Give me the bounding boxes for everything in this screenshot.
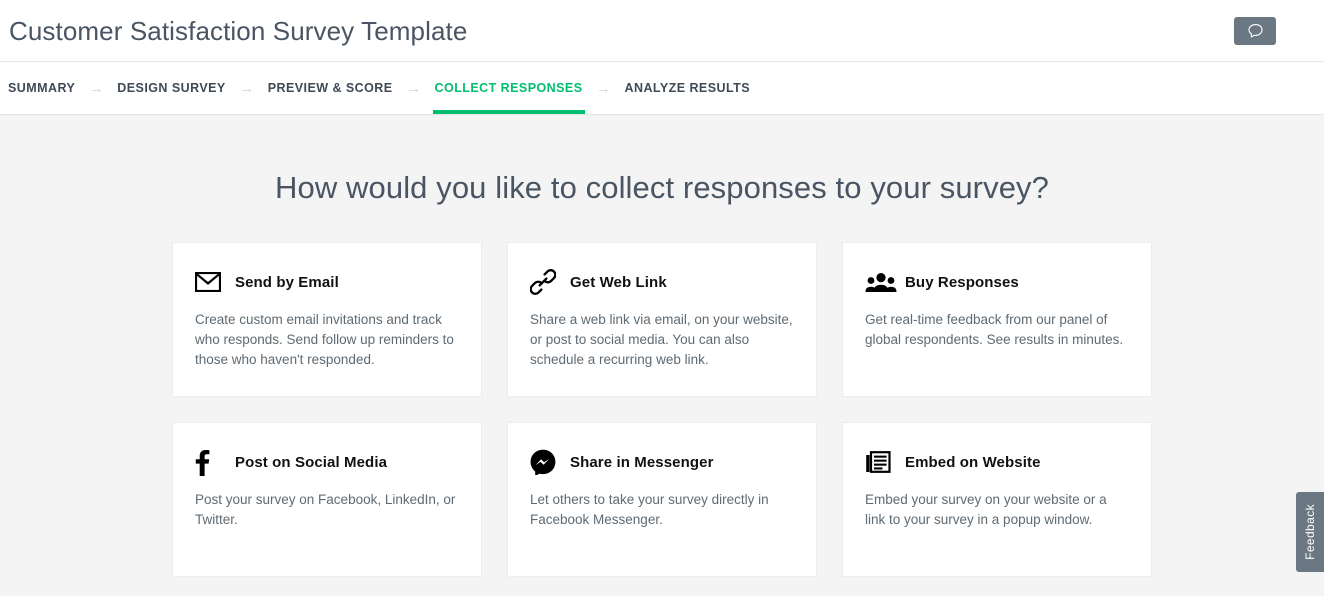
step-label: ANALYZE RESULTS <box>624 81 751 95</box>
step-arrow-icon: → <box>596 79 611 97</box>
feedback-tab-label: Feedback <box>1303 504 1317 560</box>
card-description: Let others to take your survey directly … <box>530 492 769 527</box>
feedback-tab[interactable]: Feedback <box>1296 492 1324 572</box>
step-design-survey[interactable]: DESIGN SURVEY <box>115 62 227 114</box>
app-header: Customer Satisfaction Survey Template <box>0 0 1324 62</box>
messenger-icon <box>530 448 564 476</box>
step-collect-responses[interactable]: COLLECT RESPONSES <box>432 62 585 114</box>
step-preview-and-score[interactable]: PREVIEW & SCORE <box>266 62 395 114</box>
card-description: Create custom email invitations and trac… <box>195 312 454 367</box>
step-nav: SUMMARY → DESIGN SURVEY → PREVIEW & SCOR… <box>0 62 1324 115</box>
card-title: Buy Responses <box>905 273 1019 291</box>
step-label: SUMMARY <box>8 81 76 95</box>
card-title: Post on Social Media <box>235 453 388 471</box>
card-description: Get real-time feedback from our panel of… <box>865 312 1124 347</box>
step-label: DESIGN SURVEY <box>117 81 226 95</box>
comment-bubble-icon <box>1247 23 1264 39</box>
card-buy-responses[interactable]: Buy Responses Get real-time feedback fro… <box>842 242 1152 397</box>
card-embed-on-website[interactable]: Embed on Website Embed your survey on yo… <box>842 422 1152 577</box>
step-arrow-icon: → <box>88 79 104 97</box>
step-label: PREVIEW & SCORE <box>267 81 393 95</box>
card-description: Post your survey on Facebook, LinkedIn, … <box>195 492 456 527</box>
card-head: Buy Responses <box>865 267 1129 297</box>
card-description: Embed your survey on your website or a l… <box>865 492 1107 527</box>
content-inner: How would you like to collect responses … <box>172 115 1152 577</box>
card-head: Embed on Website <box>865 447 1129 477</box>
card-head: Post on Social Media <box>195 447 459 477</box>
card-title: Share in Messenger <box>570 453 714 471</box>
embed-document-icon <box>865 448 899 476</box>
people-group-icon <box>865 268 899 296</box>
page-title: Customer Satisfaction Survey Template <box>9 15 468 46</box>
card-title: Embed on Website <box>905 453 1041 471</box>
card-head: Get Web Link <box>530 267 794 297</box>
card-get-web-link[interactable]: Get Web Link Share a web link via email,… <box>507 242 817 397</box>
card-share-in-messenger[interactable]: Share in Messenger Let others to take yo… <box>507 422 817 577</box>
comment-button[interactable] <box>1234 16 1276 45</box>
card-description: Share a web link via email, on your webs… <box>530 312 793 367</box>
chain-link-icon <box>530 268 564 296</box>
card-title: Send by Email <box>235 273 339 291</box>
card-title: Get Web Link <box>570 273 667 291</box>
step-label: COLLECT RESPONSES <box>434 81 583 95</box>
facebook-f-icon <box>195 448 229 476</box>
envelope-icon <box>195 268 229 296</box>
collection-method-grid: Send by Email Create custom email invita… <box>172 242 1152 577</box>
step-summary[interactable]: SUMMARY <box>6 62 77 114</box>
card-send-by-email[interactable]: Send by Email Create custom email invita… <box>172 242 482 397</box>
collect-responses-headline: How would you like to collect responses … <box>275 170 1049 205</box>
step-arrow-icon: → <box>406 79 422 97</box>
main-content: How would you like to collect responses … <box>0 115 1324 596</box>
step-analyze-results[interactable]: ANALYZE RESULTS <box>623 62 753 114</box>
card-head: Send by Email <box>195 267 459 297</box>
step-arrow-icon: → <box>239 79 255 97</box>
card-head: Share in Messenger <box>530 447 794 477</box>
card-post-on-social-media[interactable]: Post on Social Media Post your survey on… <box>172 422 482 577</box>
